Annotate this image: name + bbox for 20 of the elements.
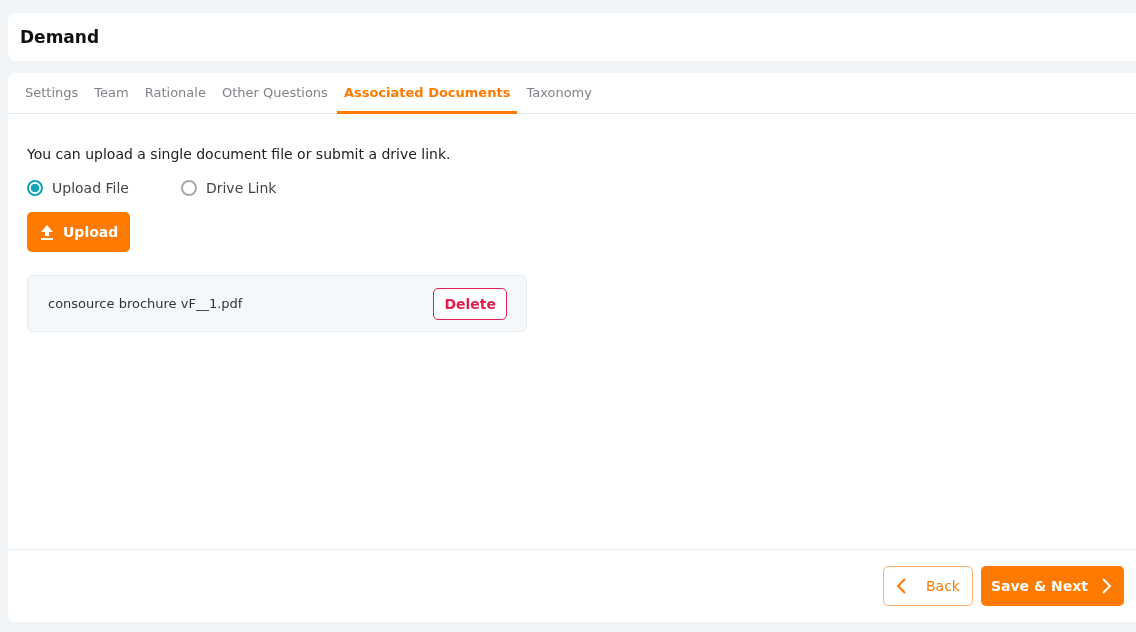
- back-button[interactable]: Back: [882, 566, 973, 606]
- radio-option[interactable]: Drive Link: [180, 180, 277, 196]
- tab[interactable]: Taxonomy: [519, 73, 599, 114]
- tab[interactable]: Team: [87, 73, 136, 114]
- radio-icon[interactable]: [180, 180, 197, 196]
- radio-option[interactable]: Upload File: [27, 180, 129, 196]
- tab[interactable]: Associated Documents: [336, 73, 518, 114]
- instructions-text: You can upload a single document file or submit a drive link.: [27, 146, 452, 162]
- page-title: Demand: [20, 27, 100, 47]
- delete-button[interactable]: Delete: [433, 287, 507, 320]
- tab[interactable]: Other Questions: [214, 73, 335, 114]
- tab[interactable]: Settings: [18, 73, 86, 114]
- chevron-right-icon: [1100, 577, 1112, 595]
- tab[interactable]: Rationale: [137, 73, 213, 114]
- chevron-left-icon: [895, 577, 908, 595]
- upload-icon: [39, 224, 55, 240]
- radio-icon[interactable]: [27, 180, 43, 196]
- save-next-button[interactable]: Save & Next: [980, 566, 1124, 606]
- upload-button[interactable]: Upload: [27, 212, 131, 252]
- file-name: consource brochure vF__1.pdf: [48, 296, 243, 311]
